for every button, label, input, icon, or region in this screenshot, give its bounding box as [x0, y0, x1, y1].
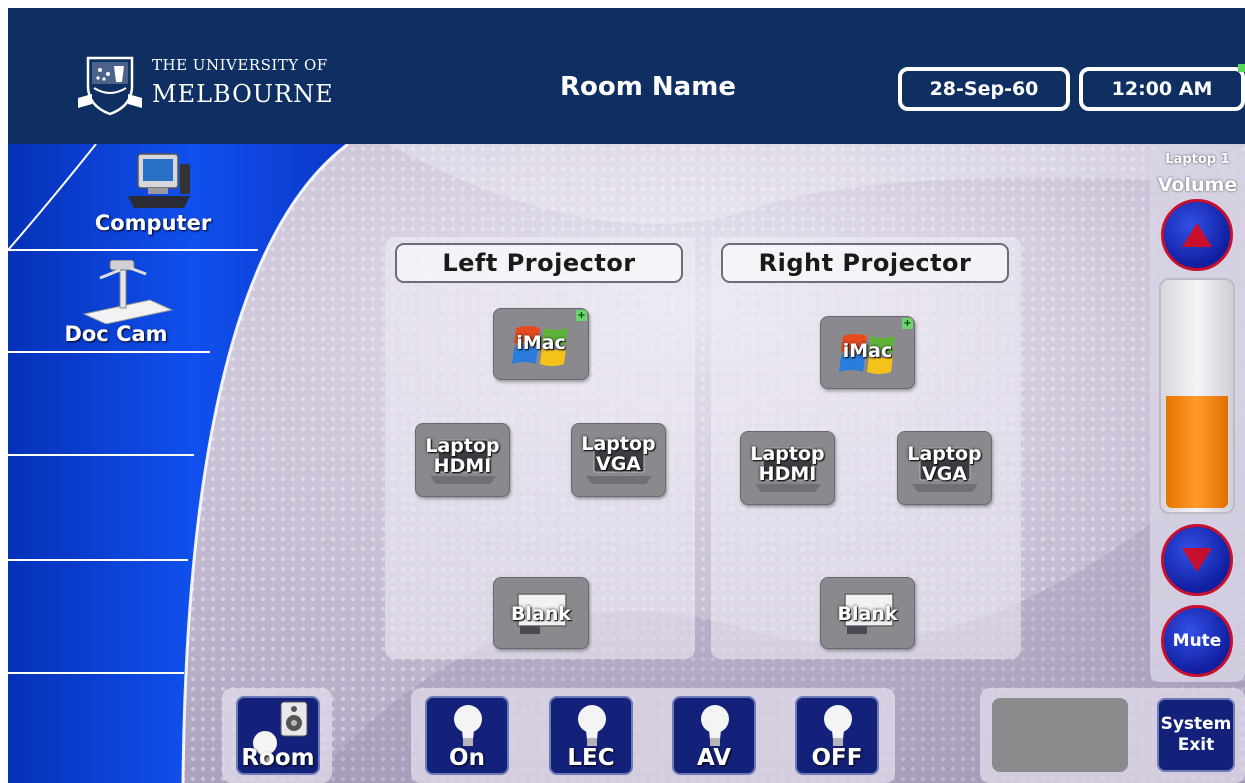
touch-panel-screen: THE UNIVERSITY OF MELBOURNE Room Name 28…	[0, 0, 1245, 783]
volume-level-bar[interactable]	[1159, 278, 1235, 514]
speaker-icon	[280, 701, 308, 737]
room-audio-button[interactable]: Room	[236, 696, 320, 775]
blank-status-box	[992, 698, 1128, 772]
left-laptop-hdmi-label-line1: Laptop	[425, 435, 500, 457]
right-laptop-vga-button[interactable]: Laptop VGA	[897, 431, 992, 505]
right-blank-label: Blank	[837, 603, 898, 625]
left-blank-label: Blank	[511, 603, 571, 625]
left-imac-label: iMac	[516, 332, 566, 354]
volume-source-label: Laptop 1	[1165, 152, 1230, 167]
right-laptop-hdmi-label-line2: HDMI	[758, 463, 817, 485]
left-laptop-vga-button[interactable]: Laptop VGA	[571, 423, 666, 497]
left-laptop-hdmi-label-line2: HDMI	[433, 455, 492, 477]
plus-indicator-icon: +	[902, 318, 913, 329]
lightbulb-icon	[578, 705, 606, 746]
left-imac-button[interactable]: iMac +	[493, 308, 589, 380]
triangle-up-icon	[1182, 223, 1212, 247]
system-exit-button[interactable]: System Exit	[1157, 698, 1235, 772]
room-name-title: Room Name	[560, 72, 736, 102]
preset-off-label: OFF	[811, 745, 863, 771]
plus-indicator-icon: +	[576, 310, 587, 321]
lighting-preset-on-button[interactable]: On	[425, 696, 509, 775]
lighting-preset-av-button[interactable]: AV	[672, 696, 756, 775]
right-blank-button[interactable]: Blank	[820, 577, 915, 649]
left-laptop-vga-label-line1: Laptop	[581, 433, 656, 455]
room-label: Room	[241, 745, 315, 771]
right-laptop-vga-label-line1: Laptop	[907, 443, 982, 465]
lightbulb-icon	[824, 705, 852, 746]
right-laptop-hdmi-button[interactable]: Laptop HDMI	[740, 431, 835, 505]
volume-title: Volume	[1157, 174, 1238, 196]
left-laptop-vga-label-line2: VGA	[595, 453, 641, 475]
status-indicator	[1238, 64, 1245, 72]
left-projector-panel: Left Projector iMac + Laptop HDMI Laptop…	[385, 237, 695, 659]
preset-lec-label: LEC	[567, 745, 615, 771]
right-imac-button[interactable]: iMac +	[820, 316, 915, 389]
left-blank-button[interactable]: Blank	[493, 577, 589, 649]
volume-level-fill	[1166, 396, 1228, 508]
preset-av-label: AV	[696, 745, 732, 771]
sidebar-item-computer[interactable]: Computer	[8, 144, 248, 249]
logo-text-line1: THE UNIVERSITY OF	[152, 56, 328, 74]
computer-icon	[128, 153, 190, 208]
university-crest-icon	[78, 56, 142, 116]
right-projector-panel: Right Projector iMac + Laptop HDMI Lapto…	[711, 237, 1021, 659]
preset-on-label: On	[449, 745, 485, 771]
volume-down-button[interactable]	[1161, 524, 1233, 596]
sidebar-item-doc-cam-label: Doc Cam	[64, 322, 168, 346]
document-camera-icon	[82, 260, 174, 324]
sidebar-item-computer-label: Computer	[94, 211, 212, 235]
university-logo: THE UNIVERSITY OF MELBOURNE	[70, 48, 370, 124]
lighting-preset-off-button[interactable]: OFF	[795, 696, 879, 775]
time-display: 12:00 AM	[1079, 67, 1245, 111]
source-sidebar: Computer Doc Cam	[8, 144, 408, 783]
volume-panel: Laptop 1 Volume Mute	[1150, 146, 1245, 682]
lighting-preset-lec-button[interactable]: LEC	[549, 696, 633, 775]
lightbulb-icon	[701, 705, 729, 746]
triangle-down-icon	[1182, 548, 1212, 572]
date-display: 28-Sep-60	[898, 67, 1070, 111]
right-laptop-vga-label-line2: VGA	[921, 463, 967, 485]
mute-button[interactable]: Mute	[1161, 605, 1233, 677]
right-projector-title: Right Projector	[721, 243, 1009, 283]
right-laptop-hdmi-label-line1: Laptop	[750, 443, 825, 465]
volume-up-button[interactable]	[1161, 199, 1233, 271]
lightbulb-icon	[454, 705, 482, 746]
left-projector-title: Left Projector	[395, 243, 683, 283]
right-imac-label: iMac	[842, 340, 893, 362]
sidebar-item-doc-cam[interactable]: Doc Cam	[8, 250, 208, 352]
logo-text-line2: MELBOURNE	[152, 80, 334, 108]
left-laptop-hdmi-button[interactable]: Laptop HDMI	[415, 423, 510, 497]
